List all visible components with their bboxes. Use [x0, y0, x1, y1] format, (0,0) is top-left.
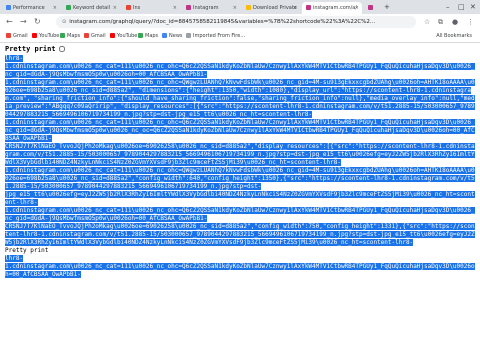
browser-window: Performance × Keyword detail × Ins × Instagram… — [0, 0, 480, 360]
back-arrow-icon[interactable]: ← — [6, 17, 13, 27]
bookmark-label: YouTube — [39, 33, 60, 39]
bookmark-label: Imported From Fire... — [193, 33, 246, 39]
bookmark-item[interactable]: Maps — [138, 30, 158, 42]
bookmark-favicon-icon — [6, 33, 11, 38]
json-line: jpg_e15_tt6\u0026efg=eyJ2ZW5jb2RlX3RhZyI… — [5, 191, 475, 206]
bookmark-favicon-icon — [138, 33, 143, 38]
browser-tab[interactable]: Instagram × — [182, 2, 240, 14]
tab-favicon-icon — [368, 5, 373, 10]
browser-tab[interactable]: Download Private × — [242, 2, 300, 14]
maximize-button[interactable]: □ — [458, 2, 465, 12]
bookmark-item[interactable]: Maps — [60, 30, 80, 42]
bookmark-favicon-icon — [84, 33, 89, 38]
pretty-print-checkbox[interactable] — [58, 46, 65, 52]
json-line: CRSNJ7T7KlNaEO_TvvoJQjPh2oMkag\u0026oe=6… — [5, 143, 475, 166]
bookmark-item[interactable]: Gmail — [6, 30, 28, 42]
bookmark-favicon-icon — [110, 33, 115, 38]
profile-avatar-icon[interactable]: ● — [452, 17, 458, 27]
bookmark-label: Maps — [67, 33, 81, 39]
tab-close-icon[interactable]: × — [355, 2, 359, 14]
tab-favicon-icon — [126, 5, 131, 10]
json-line: lhr8- — [5, 55, 24, 62]
tab-close-icon[interactable]: × — [233, 2, 237, 14]
bookmark-label: News — [169, 33, 183, 39]
bookmark-label: Maps — [145, 33, 159, 39]
json-line: 1.cdninstagram.com\u0026_nc_cat=111\u002… — [5, 263, 475, 278]
tab-label: Ins — [133, 5, 141, 11]
tab-label: Download Private — [253, 5, 297, 11]
bookmark-item[interactable]: YouTube — [110, 30, 137, 42]
browser-tab[interactable]: Keyword detail × — [62, 2, 120, 14]
bookmark-item[interactable]: YouTube — [32, 30, 59, 42]
tab-close-icon[interactable]: × — [53, 2, 57, 14]
site-info-icon[interactable]: ⊙ — [62, 16, 66, 28]
browser-tab[interactable]: Ins × — [122, 2, 180, 14]
tab-close-icon[interactable]: × — [293, 2, 297, 14]
bookmarks-bar: Gmail YouTube Maps Gmail YouTube Maps News Impo… — [0, 30, 480, 43]
reload-icon[interactable]: ↻ — [34, 17, 41, 27]
browser-toolbar: ← → ↻ ⊙ instagram.com/graphql/query/?doc_… — [0, 14, 480, 30]
tab-favicon-icon — [306, 5, 311, 10]
bookmark-label: Gmail — [13, 33, 28, 39]
tab-label: Instagram — [193, 5, 219, 11]
pretty-print-toggle[interactable]: Pretty print — [5, 45, 65, 54]
extensions-icon[interactable]: ⧉ — [438, 17, 443, 27]
bookmark-label: Gmail — [91, 33, 106, 39]
json-line: lhr8- — [5, 255, 24, 262]
tab-favicon-icon — [246, 5, 251, 10]
tab-label: Performance — [13, 5, 45, 11]
bookmark-star-icon[interactable]: ☆ — [424, 17, 430, 27]
bookmark-favicon-icon — [32, 33, 37, 38]
bookmark-item[interactable]: News — [162, 30, 183, 42]
minimize-button[interactable]: – — [446, 2, 450, 12]
menu-kebab-icon[interactable]: ⋮ — [467, 17, 474, 27]
address-bar[interactable]: ⊙ instagram.com/graphql/query/?doc_id=884… — [56, 16, 416, 28]
json-line: 1.cdninstagram.com\u0026_nc_cat=111\u002… — [5, 167, 475, 190]
bookmark-favicon-icon — [186, 33, 191, 38]
json-line: Pretty print — [5, 247, 49, 254]
tab-favicon-icon — [186, 5, 191, 10]
page-content: Pretty print lhr8- 1.cdninstagram.com\u0… — [0, 43, 480, 360]
tab-label: Keyword detail — [73, 5, 110, 11]
tab-label: instagram.com/a/ — [313, 5, 358, 11]
bookmark-item[interactable]: Gmail — [84, 30, 106, 42]
bookmark-favicon-icon — [60, 33, 65, 38]
pretty-print-label: Pretty print — [5, 45, 56, 53]
tab-strip: Performance × Keyword detail × Ins × Instagram… — [0, 0, 480, 14]
json-line: 1.cdninstagram.com\u0026_nc_cat=111\u002… — [5, 63, 475, 78]
tab-close-icon[interactable]: × — [173, 2, 177, 14]
browser-tab[interactable]: instagram.com/a/× — [302, 2, 362, 14]
forward-arrow-icon[interactable]: → — [20, 17, 27, 27]
bookmark-item[interactable]: Imported From Fire... — [186, 30, 245, 42]
all-bookmarks-button[interactable]: All Bookmarks — [436, 30, 472, 42]
new-tab-button[interactable]: + — [384, 2, 390, 12]
bookmark-favicon-icon — [162, 33, 167, 38]
json-line: 1.cdninstagram.com\u0026_nc_cat=111\u002… — [5, 207, 475, 222]
browser-tab[interactable]: Performance × — [2, 2, 60, 14]
bookmark-label: YouTube — [117, 33, 138, 39]
tab-favicon-icon — [66, 5, 71, 10]
tab-favicon-icon — [6, 5, 11, 10]
close-window-button[interactable]: ✕ — [470, 2, 476, 12]
json-line: CRSNJ7T7KlNaEO_TvvoJQjPh2oMkag\u0026oe=6… — [5, 223, 475, 246]
tab-close-icon[interactable]: × — [113, 2, 117, 14]
json-response-text[interactable]: lhr8- 1.cdninstagram.com\u0026_nc_cat=11… — [5, 55, 475, 355]
browser-tab[interactable] — [364, 2, 380, 14]
json-line: 1.cdninstagram.com\u0026_nc_cat=111\u002… — [5, 79, 475, 118]
json-line: 1.cdninstagram.com\u0026_nc_cat=111\u002… — [5, 119, 475, 142]
address-text: instagram.com/graphql/query/?doc_id=8845… — [69, 19, 376, 25]
